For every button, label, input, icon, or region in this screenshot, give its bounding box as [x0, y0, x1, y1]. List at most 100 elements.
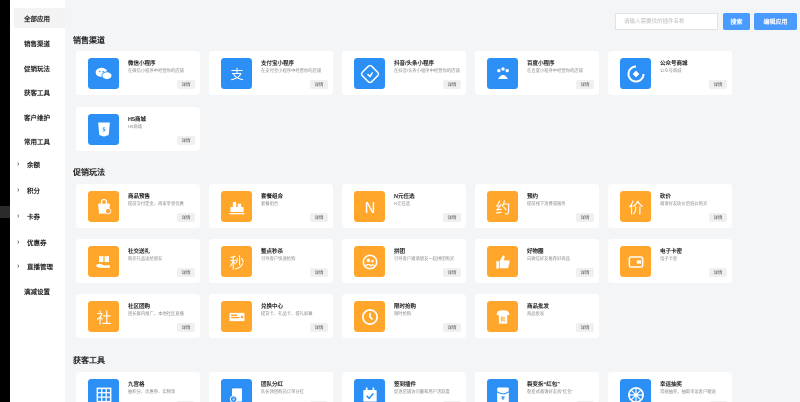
sidebar-item-7[interactable]: › 余额 — [14, 154, 70, 174]
details-button[interactable]: 详情 — [177, 213, 195, 222]
app-card[interactable]: 九宫格抽积分、优惠券、实物等详情 — [76, 372, 200, 402]
gift-hand-icon — [88, 246, 119, 277]
app-description: 套餐组合 — [261, 201, 279, 206]
details-button[interactable]: 详情 — [177, 323, 195, 332]
app-card[interactable]: 约 预约 提前线下消费或服务 详情 — [475, 184, 599, 228]
app-description: 提前交付定金，商家享受优惠 — [128, 201, 184, 206]
app-card[interactable]: 5 H5商城 H5商城 详情 — [76, 107, 200, 151]
app-description: 商品批发 — [527, 311, 545, 316]
sidebar-item-9[interactable]: › 卡券 — [14, 206, 70, 226]
app-card[interactable]: 拼团 引导客户邀请朋友一起拼团购买 详情 — [342, 239, 466, 283]
e-card-icon — [620, 246, 651, 277]
section-title: 销售渠道 — [73, 36, 105, 45]
details-button[interactable]: 详情 — [177, 268, 195, 277]
app-card[interactable]: 支 支付宝小程序 在支付宝小程序中经营你的店铺 详情 — [209, 51, 333, 95]
sidebar-item-label: 卡券 — [27, 214, 40, 221]
details-button[interactable]: 详情 — [443, 80, 461, 89]
exchange-card-icon — [221, 301, 252, 332]
app-name: 兑换中心 — [261, 304, 284, 310]
sidebar-item-1[interactable]: 全部应用 — [14, 8, 70, 28]
app-card[interactable]: 兑换中心 提货卡、礼品卡、提礼屏幕详情 — [209, 294, 333, 338]
left-edge-strip — [0, 0, 10, 402]
app-card[interactable]: 价 砍价 邀请好友砍价后低价购买 详情 — [608, 184, 732, 228]
app-name: N元任选 — [394, 194, 415, 200]
app-card[interactable]: 百度小程序 在百度小程序中经营你的店铺 详情 — [475, 51, 599, 95]
app-name: 社区团购 — [128, 304, 151, 310]
app-card[interactable]: 好物圈 向微信好友推荐好商品 详情 — [475, 239, 599, 283]
app-card[interactable]: 社交送礼 购买礼品送给朋友 详情 — [76, 239, 200, 283]
edge-marker — [0, 206, 10, 218]
app-description: 提货卡、礼品卡、提礼屏幕 — [261, 311, 313, 316]
sidebar-item-label: 直播管理 — [27, 264, 53, 271]
sidebar-item-4[interactable]: 获客工具 — [14, 82, 70, 102]
app-name: 公众号商城 — [660, 61, 688, 67]
svg-text:5: 5 — [102, 127, 106, 133]
details-button[interactable]: 详情 — [177, 80, 195, 89]
app-card[interactable]: ¥裂变拆“红包”裂变式邀请好友拆“红包”详情 — [475, 372, 599, 402]
app-card[interactable]: 批 商品批发 商品批发 详情 — [475, 294, 599, 338]
edit-apps-button[interactable]: 编辑应用 — [754, 13, 797, 30]
app-card[interactable]: 幸运抽奖常规抽奖，抽取幸运客户赠送详情 — [608, 372, 732, 402]
app-card[interactable]: 套餐组合 套餐组合 详情 — [209, 184, 333, 228]
app-card[interactable]: 秒 整点秒杀 引导客户快速抢购 详情 — [209, 239, 333, 283]
app-card[interactable]: 抖音/头条小程序 在抖音/头条小程序中经营你的店铺详情 — [342, 51, 466, 95]
details-button[interactable]: 详情 — [576, 80, 594, 89]
details-button[interactable]: 详情 — [443, 268, 461, 277]
app-name: 抖音/头条小程序 — [394, 61, 435, 67]
app-description: 电子卡密 — [660, 256, 678, 261]
sidebar-item-6[interactable]: 常用工具 — [14, 131, 70, 151]
svg-text:价: 价 — [628, 198, 643, 216]
sidebar-item-5[interactable]: 客户维护 — [14, 107, 70, 127]
details-button[interactable]: 详情 — [310, 268, 328, 277]
details-button[interactable]: 详情 — [576, 213, 594, 222]
details-button[interactable]: 详情 — [310, 323, 328, 332]
sidebar-item-8[interactable]: › 积分 — [14, 180, 70, 200]
details-button[interactable]: 详情 — [576, 268, 594, 277]
community-bag-icon: 社 — [88, 301, 119, 332]
svg-text:支: 支 — [230, 67, 243, 83]
app-card[interactable]: 商品预售 提前交付定金，商家享受优惠 详情 — [76, 184, 200, 228]
details-button[interactable]: 详情 — [443, 323, 461, 332]
svg-text:秒: 秒 — [229, 253, 244, 271]
app-card[interactable]: 签到插件促进店铺访问量和用户活跃度详情 — [342, 372, 466, 402]
app-card[interactable]: 电子卡密 电子卡密详情 — [608, 239, 732, 283]
app-card[interactable]: ¥团队分红队长领团购员订单分红详情 — [209, 372, 333, 402]
details-button[interactable]: 详情 — [709, 268, 727, 277]
details-button[interactable]: 详情 — [443, 213, 461, 222]
app-description: 常规抽奖，抽取幸运客户赠送 — [660, 389, 716, 394]
app-description: 引导客户快速抢购 — [261, 256, 296, 261]
search-input[interactable] — [615, 13, 718, 30]
app-description: 提前线下消费或服务 — [527, 201, 566, 206]
app-description: H5商城 — [128, 124, 143, 129]
app-name: 电子卡密 — [660, 249, 683, 255]
details-button[interactable]: 详情 — [709, 213, 727, 222]
details-button[interactable]: 详情 — [576, 323, 594, 332]
svg-text:¥: ¥ — [232, 396, 235, 401]
sidebar-item-10[interactable]: › 优惠券 — [14, 232, 70, 252]
app-card[interactable]: 限时抢购 限时抢购 详情 — [342, 294, 466, 338]
details-button[interactable]: 详情 — [709, 80, 727, 89]
wheel-icon — [620, 379, 651, 402]
details-button[interactable]: 详情 — [310, 80, 328, 89]
thumbs-up-icon — [487, 246, 518, 277]
sidebar-item-11[interactable]: › 直播管理 — [14, 256, 70, 276]
app-description: 在抖音/头条小程序中经营你的店铺 — [394, 68, 460, 73]
app-card[interactable]: 社 社区团购 团长群内推广，本地社区直播 详情 — [76, 294, 200, 338]
app-card[interactable]: N N元任选 N元任选 详情 — [342, 184, 466, 228]
app-card[interactable]: 微信小程序 在微信小程序中经营你的店铺 详情 — [76, 51, 200, 95]
sidebar-item-2[interactable]: 销售渠道 — [14, 33, 70, 53]
sidebar-item-3[interactable]: 促销玩法 — [14, 58, 70, 78]
app-description: 在百度小程序中经营你的店铺 — [527, 68, 583, 73]
app-card[interactable]: 公众号商城 公众号商城 详情 — [608, 51, 732, 95]
sidebar-item-label: 销售渠道 — [24, 41, 50, 48]
sidebar-item-label: 促销玩法 — [24, 66, 50, 73]
details-button[interactable]: 详情 — [177, 136, 195, 145]
checkin-icon — [354, 379, 385, 402]
section-title: 获客工具 — [73, 356, 105, 365]
search-button[interactable]: 搜索 — [723, 13, 750, 30]
sidebar-item-12[interactable]: 满减设置 — [14, 281, 70, 301]
app-name: 限时抢购 — [394, 304, 417, 310]
details-button[interactable]: 详情 — [310, 213, 328, 222]
app-name: 好物圈 — [527, 249, 544, 255]
clock-icon — [354, 301, 385, 332]
